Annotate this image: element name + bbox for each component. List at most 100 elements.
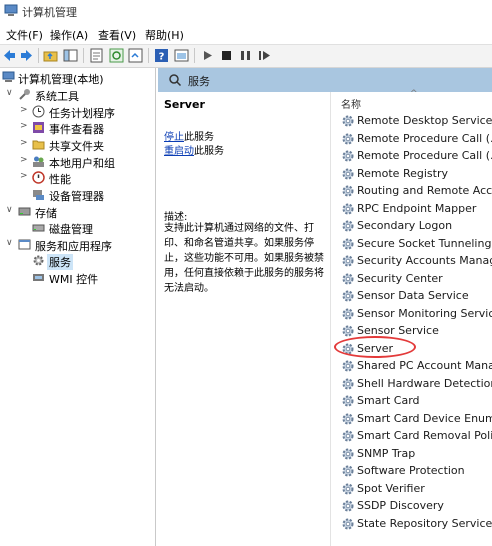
collapse-chevron-icon[interactable]: ∨	[6, 88, 16, 98]
menu-view[interactable]: 查看(V)	[98, 27, 136, 43]
expand-chevron-icon[interactable]: >	[20, 105, 30, 115]
sort-ascending-icon: ^	[410, 89, 418, 99]
service-gear-icon	[342, 500, 354, 512]
service-gear-icon	[342, 360, 354, 372]
play-icon[interactable]	[200, 48, 215, 63]
service-row[interactable]: Security Center	[337, 271, 492, 288]
up-folder-icon[interactable]	[43, 48, 58, 63]
service-name: RPC Endpoint Mapper	[357, 201, 477, 215]
menu-file[interactable]: 文件(F)	[6, 27, 43, 43]
service-gear-icon	[342, 238, 354, 249]
service-gear-icon	[342, 448, 354, 459]
back-icon[interactable]	[2, 48, 17, 63]
service-name: Routing and Remote Acc...	[357, 184, 492, 197]
navigation-tree: 计算机管理(本地) ∨ 系统工具 > 任务计划程序 > 事件查看器 > 共享文件…	[0, 68, 156, 546]
storage-icon	[18, 207, 31, 216]
show-tree-icon[interactable]	[63, 48, 78, 63]
service-row[interactable]: Remote Procedure Call (...	[337, 148, 492, 165]
service-row[interactable]: Remote Desktop Service...	[337, 113, 492, 130]
computer-icon	[2, 71, 15, 82]
service-gear-icon	[342, 430, 354, 442]
shared-folder-icon	[32, 140, 45, 150]
service-gear-icon	[342, 220, 354, 232]
pane-header: 服务	[158, 68, 492, 92]
wmi-icon	[33, 274, 44, 281]
service-name: Smart Card Removal Poli...	[357, 429, 492, 442]
service-row[interactable]: Smart Card Device Enum...	[337, 411, 492, 428]
service-row[interactable]: SSDP Discovery	[337, 498, 492, 515]
performance-icon	[32, 171, 45, 184]
service-row[interactable]: Routing and Remote Acc...	[337, 183, 492, 200]
services-pane: 服务 Server 停止此服务 重启动此服务 描述: 支持此计算机通过网络的文件…	[158, 68, 492, 546]
pause-icon[interactable]	[238, 48, 253, 63]
service-gear-icon	[342, 343, 354, 354]
menu-action[interactable]: 操作(A)	[50, 27, 88, 43]
collapse-chevron-icon[interactable]: ∨	[6, 205, 16, 215]
pane-title: 服务	[188, 75, 210, 88]
properties-icon[interactable]	[89, 48, 104, 63]
service-row[interactable]: Smart Card	[337, 393, 492, 410]
service-row[interactable]: Spot Verifier	[337, 481, 492, 498]
service-gear-icon	[342, 483, 354, 494]
toolbar-separator	[38, 48, 39, 63]
restart-service-link[interactable]: 重启动	[164, 146, 194, 157]
service-name: Remote Registry	[357, 166, 448, 180]
console-icon[interactable]	[174, 48, 189, 63]
service-name: Shared PC Account Mana...	[357, 359, 492, 372]
help-icon[interactable]: ?	[154, 48, 169, 63]
service-row[interactable]: Secondary Logon	[337, 218, 492, 235]
service-row[interactable]: RPC Endpoint Mapper	[337, 201, 492, 218]
service-row[interactable]: Sensor Data Service	[337, 288, 492, 305]
refresh-icon[interactable]	[109, 48, 124, 63]
menu-help[interactable]: 帮助(H)	[145, 27, 184, 43]
service-row[interactable]: Security Accounts Manag...	[337, 253, 492, 270]
expand-chevron-icon[interactable]: >	[20, 155, 30, 165]
service-gear-icon	[342, 150, 354, 162]
service-name: Secondary Logon	[357, 219, 453, 232]
service-gear-icon	[342, 273, 354, 284]
service-row[interactable]: Sensor Monitoring Service	[337, 306, 492, 323]
stop-service-line: 停止此服务	[164, 132, 214, 143]
service-name: Remote Procedure Call (...	[357, 149, 492, 162]
service-name: Security Center	[357, 271, 443, 285]
service-row[interactable]: Remote Procedure Call (...	[337, 131, 492, 148]
event-viewer-icon	[33, 122, 44, 133]
device-manager-icon	[33, 190, 44, 200]
export-icon[interactable]	[128, 48, 143, 63]
service-row[interactable]: Shared PC Account Mana...	[337, 358, 492, 375]
service-row[interactable]: State Repository Service	[337, 516, 492, 533]
search-icon	[169, 74, 182, 87]
service-row[interactable]: Remote Registry	[337, 166, 492, 183]
service-gear-icon	[342, 168, 354, 179]
service-row[interactable]: Smart Card Removal Poli...	[337, 428, 492, 445]
service-gear-icon	[342, 518, 354, 529]
service-row[interactable]: Server	[337, 341, 492, 358]
service-row[interactable]: Software Protection	[337, 463, 492, 480]
service-name: Remote Procedure Call (...	[357, 131, 492, 145]
forward-icon[interactable]	[19, 48, 34, 63]
stop-icon[interactable]	[219, 48, 234, 63]
collapse-chevron-icon[interactable]: ∨	[6, 238, 16, 248]
service-gear-icon	[342, 133, 354, 144]
column-header-name[interactable]: ^ 名称	[331, 89, 492, 112]
service-row[interactable]: Sensor Service	[337, 323, 492, 340]
service-name: Sensor Service	[357, 324, 439, 337]
service-name: SSDP Discovery	[357, 499, 444, 512]
service-row[interactable]: Secure Socket Tunneling ...	[337, 236, 492, 253]
service-name: Sensor Data Service	[357, 289, 469, 302]
expand-chevron-icon[interactable]: >	[20, 171, 30, 181]
expand-chevron-icon[interactable]: >	[20, 138, 30, 148]
expand-chevron-icon[interactable]: >	[20, 121, 30, 131]
service-gear-icon	[342, 378, 354, 389]
service-row[interactable]: SNMP Trap	[337, 446, 492, 463]
service-row[interactable]: Shell Hardware Detection	[337, 376, 492, 393]
services-apps-icon	[18, 239, 31, 250]
service-description: 支持此计算机通过网络的文件、打印、和命名管道共享。如果服务停止，这些功能不可用。…	[164, 223, 324, 294]
service-name: Smart Card	[357, 394, 420, 407]
service-gear-icon	[342, 413, 354, 424]
disk-icon	[32, 224, 45, 232]
service-gear-icon	[342, 308, 354, 319]
restart-service-line: 重启动此服务	[164, 146, 224, 157]
restart-icon[interactable]	[257, 48, 272, 63]
service-gear-icon	[342, 465, 354, 477]
